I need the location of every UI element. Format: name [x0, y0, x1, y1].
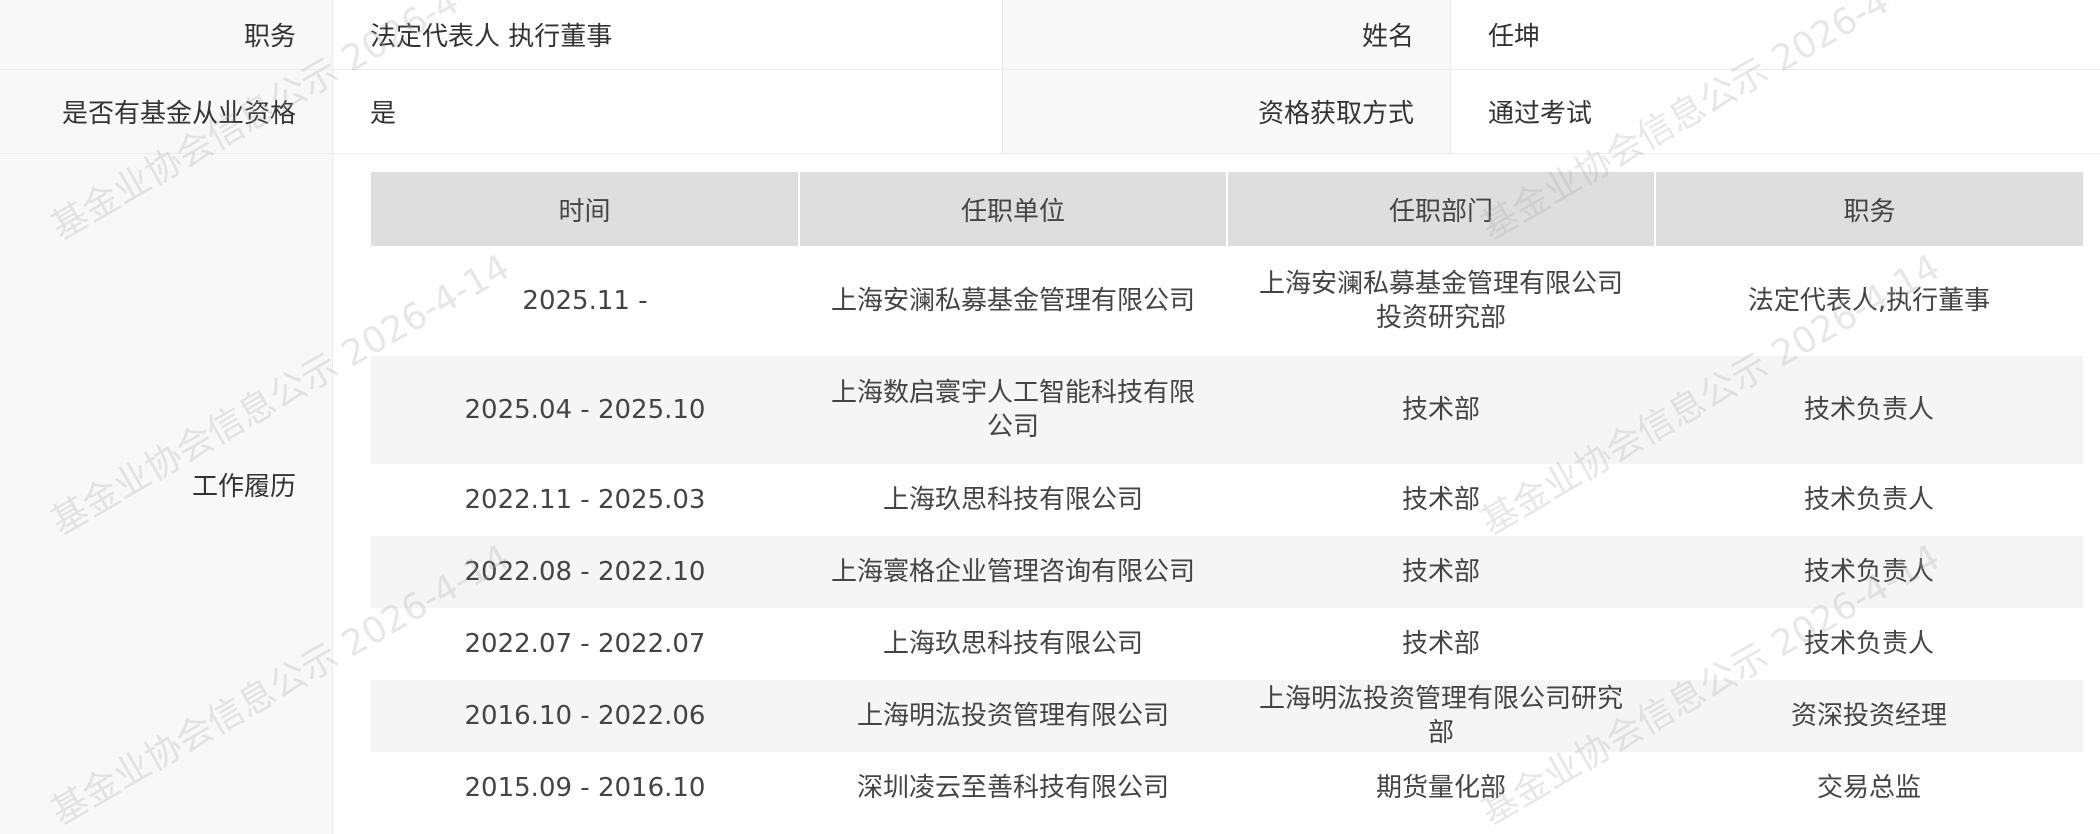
row-time: 2015.09 - 2016.10	[371, 752, 799, 824]
row-time: 2025.11 -	[371, 246, 799, 356]
row-department: 技术部	[1227, 356, 1655, 464]
row-employer: 上海明汯投资管理有限公司	[799, 680, 1227, 752]
header-time: 时间	[371, 172, 800, 246]
row-time: 2022.07 - 2022.07	[371, 608, 799, 680]
table-row: 2016.10 - 2022.06 上海明汯投资管理有限公司 上海明汯投资管理有…	[371, 680, 2083, 752]
work-history-label: 工作履历	[0, 154, 333, 834]
row-position: 技术负责人	[1655, 464, 2083, 536]
info-row-qualification: 是否有基金从业资格 是 资格获取方式 通过考试	[0, 70, 2100, 154]
row-position: 法定代表人,执行董事	[1655, 246, 2083, 356]
row-position: 技术负责人	[1655, 536, 2083, 608]
row-department: 技术部	[1227, 464, 1655, 536]
row-employer: 上海安澜私募基金管理有限公司	[799, 246, 1227, 356]
name-value: 任坤	[1488, 22, 1541, 52]
position-value: 法定代表人 执行董事	[333, 0, 1003, 69]
row-employer: 上海玖思科技有限公司	[799, 464, 1227, 536]
table-row: 2025.11 - 上海安澜私募基金管理有限公司 上海安澜私募基金管理有限公司投…	[371, 246, 2083, 356]
header-employer: 任职单位	[799, 172, 1228, 246]
position-label: 职务	[0, 0, 333, 69]
work-history-table: 时间 任职单位 任职部门 职务 2025.11 - 上海安澜私募基金管理有限公司…	[371, 172, 2083, 824]
row-position: 交易总监	[1655, 752, 2083, 824]
table-row: 2015.09 - 2016.10 深圳凌云至善科技有限公司 期货量化部 交易总…	[371, 752, 2083, 824]
table-header-row: 时间 任职单位 任职部门 职务	[371, 172, 2083, 246]
qualification-label: 是否有基金从业资格	[0, 70, 333, 153]
row-department: 技术部	[1227, 608, 1655, 680]
header-position: 职务	[1655, 172, 2083, 246]
qualification-method-label: 资格获取方式	[1003, 70, 1451, 153]
header-department: 任职部门	[1227, 172, 1656, 246]
row-position: 技术负责人	[1655, 608, 2083, 680]
row-position: 技术负责人	[1655, 356, 2083, 464]
row-department: 期货量化部	[1227, 752, 1655, 824]
name-label: 姓名	[1003, 0, 1451, 69]
row-employer: 深圳凌云至善科技有限公司	[799, 752, 1227, 824]
table-row: 2022.07 - 2022.07 上海玖思科技有限公司 技术部 技术负责人	[371, 608, 2083, 680]
table-row: 2025.04 - 2025.10 上海数启寰宇人工智能科技有限公司 技术部 技…	[371, 356, 2083, 464]
row-employer: 上海寰格企业管理咨询有限公司	[799, 536, 1227, 608]
row-department: 上海明汯投资管理有限公司研究部	[1227, 680, 1655, 752]
row-department: 技术部	[1227, 536, 1655, 608]
row-employer: 上海玖思科技有限公司	[799, 608, 1227, 680]
row-position: 资深投资经理	[1655, 680, 2083, 752]
manager-info-page: 职务 法定代表人 执行董事 姓名 任坤 是否有基金从业资格 是 资格获取方式 通…	[0, 0, 2100, 834]
row-employer: 上海数启寰宇人工智能科技有限公司	[799, 356, 1227, 464]
row-time: 2022.11 - 2025.03	[371, 464, 799, 536]
row-time: 2016.10 - 2022.06	[371, 680, 799, 752]
info-row-position-name: 职务 法定代表人 执行董事 姓名 任坤	[0, 0, 2100, 70]
row-time: 2022.08 - 2022.10	[371, 536, 799, 608]
table-row: 2022.11 - 2025.03 上海玖思科技有限公司 技术部 技术负责人	[371, 464, 2083, 536]
qualification-value: 是	[333, 70, 1003, 153]
row-time: 2025.04 - 2025.10	[371, 356, 799, 464]
qualification-method-value: 通过考试	[1488, 99, 1593, 129]
row-department: 上海安澜私募基金管理有限公司投资研究部	[1227, 246, 1655, 356]
table-row: 2022.08 - 2022.10 上海寰格企业管理咨询有限公司 技术部 技术负…	[371, 536, 2083, 608]
